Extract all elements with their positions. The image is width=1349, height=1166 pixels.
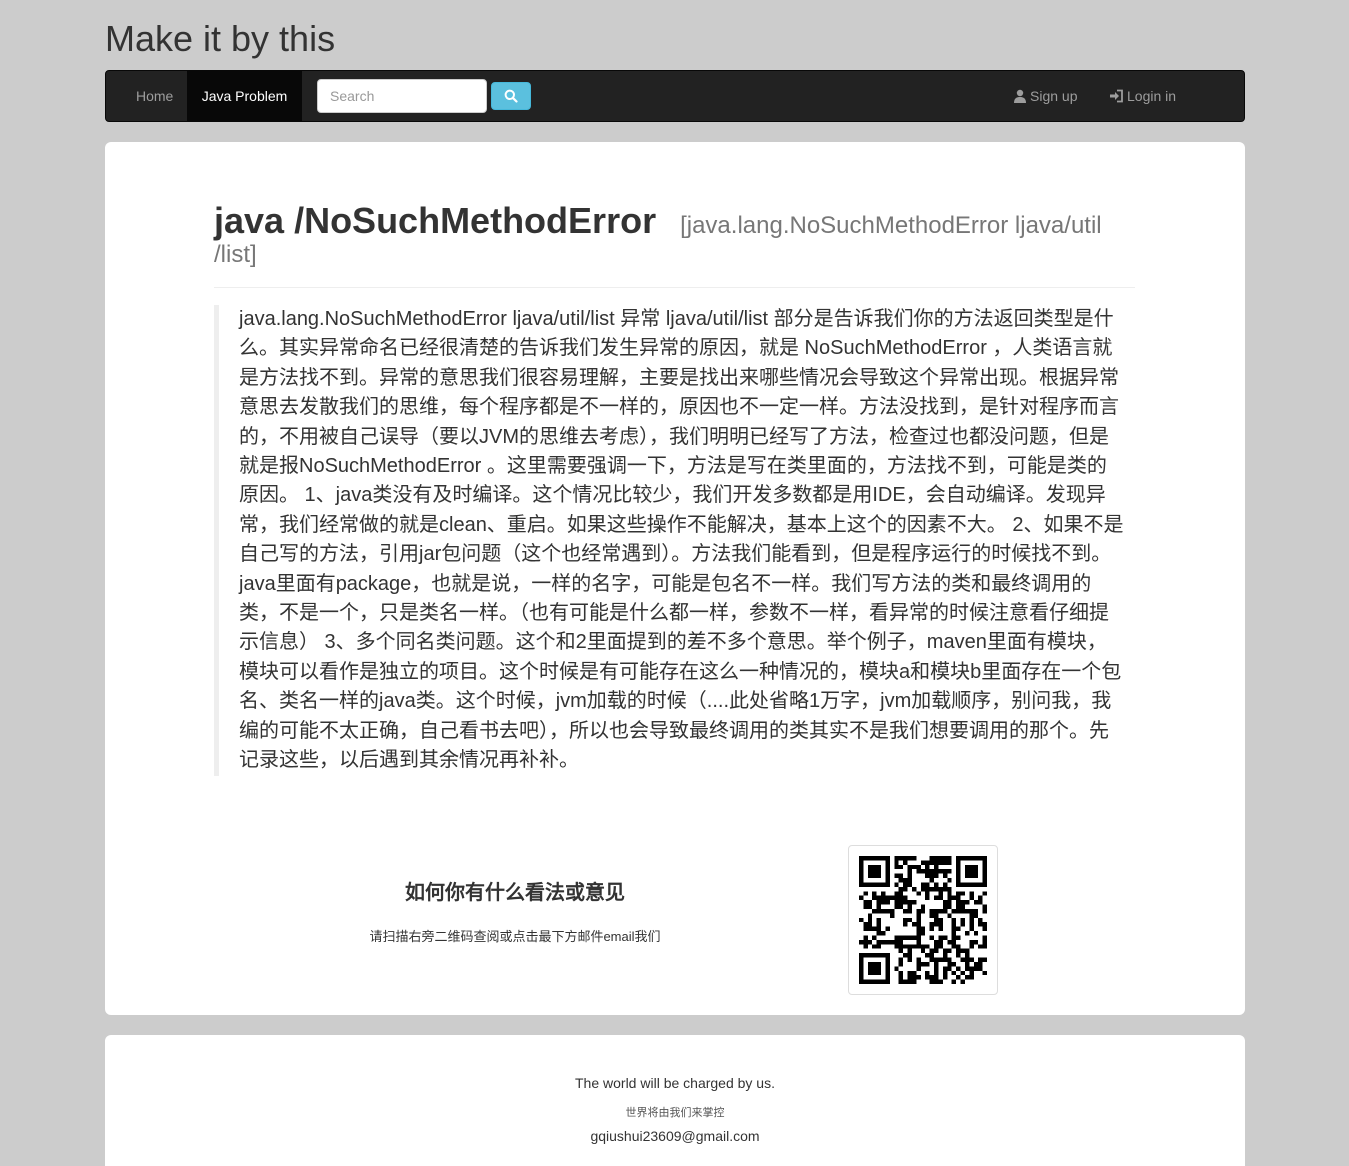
search-button[interactable] <box>491 82 531 110</box>
qr-code-icon <box>859 856 987 984</box>
footer-email-link[interactable]: gqiushui23609@gmail.com <box>105 1128 1245 1144</box>
login-label: Login in <box>1127 88 1177 104</box>
footer-panel: The world will be charged by us. 世界将由我们来… <box>105 1035 1245 1166</box>
feedback-description: 请扫描右旁二维码查阅或点击最下方邮件email我们 <box>369 929 661 944</box>
search-icon <box>504 89 518 103</box>
page-header: java /NoSuchMethodError [java.lang.NoSuch… <box>214 200 1135 288</box>
site-title: Make it by this <box>105 18 336 59</box>
navbar: Home Java Problem Sign up Login in <box>105 70 1245 122</box>
user-icon <box>1014 89 1026 103</box>
login-icon <box>1110 89 1123 103</box>
article-title: java /NoSuchMethodError <box>214 200 657 241</box>
signup-link[interactable]: Sign up <box>1013 71 1077 121</box>
feedback-title: 如何你有什么看法或意见 <box>405 882 625 904</box>
login-link[interactable]: Login in <box>1109 71 1176 121</box>
signup-label: Sign up <box>1030 88 1078 104</box>
article-body: java.lang.NoSuchMethodError ljava/util/l… <box>214 305 1124 776</box>
qr-code-image <box>848 845 998 995</box>
nav-java-problem-link[interactable]: Java Problem <box>187 71 302 121</box>
footer-slogan-chinese: 世界将由我们来掌控 <box>625 1107 725 1119</box>
nav-home-link[interactable]: Home <box>121 71 188 121</box>
article-panel: java /NoSuchMethodError [java.lang.NoSuch… <box>105 142 1245 1015</box>
search-input[interactable] <box>317 79 487 113</box>
footer-slogan: The world will be charged by us. <box>575 1075 775 1091</box>
